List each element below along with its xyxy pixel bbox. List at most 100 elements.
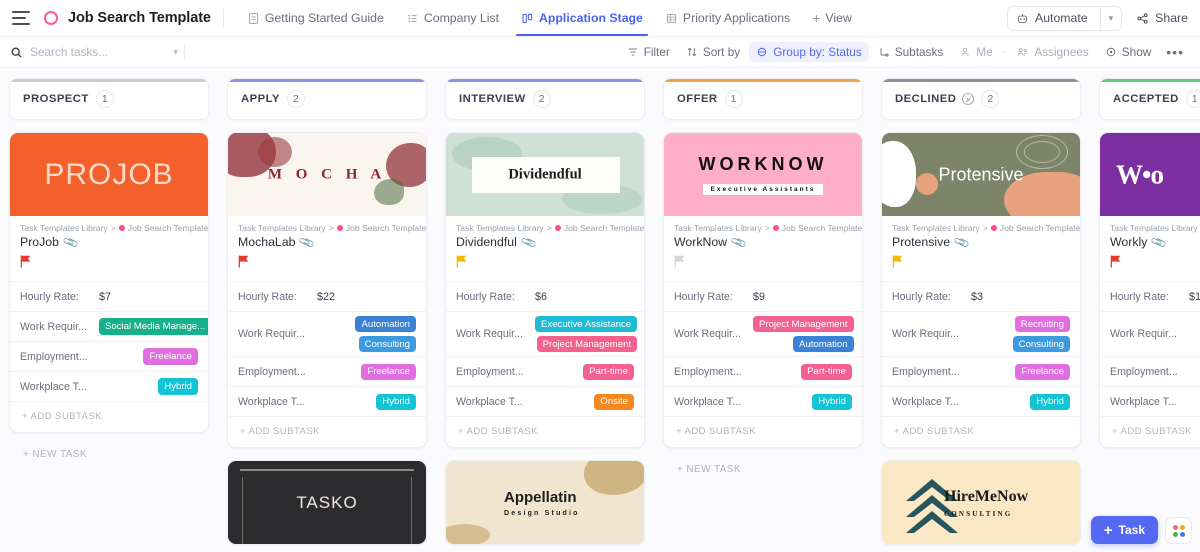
search-input[interactable]: Search tasks... ▾ (10, 45, 178, 59)
column-header[interactable]: ACCEPTED 1 (1099, 78, 1200, 120)
assignees-button[interactable]: Assignees (1009, 42, 1095, 62)
field-workplace-type[interactable]: Workplace T... Hybrid (882, 386, 1080, 416)
add-subtask-button[interactable]: + ADD SUBTASK (664, 416, 862, 447)
field-hourly-rate[interactable]: Hourly Rate: $7 (10, 281, 208, 311)
task-title-row[interactable]: WorkNow 📎 (664, 233, 862, 251)
field-workplace-type[interactable]: Workplace T... Hybrid (664, 386, 862, 416)
tag-chip[interactable]: Part-time (583, 363, 634, 380)
new-task-fab[interactable]: + Task (1090, 516, 1158, 544)
task-card[interactable]: TASKO (227, 460, 427, 546)
field-work-requirement[interactable]: Work Requir... Social Media Manage... (10, 311, 208, 341)
tag-chip[interactable]: Onsite (594, 393, 634, 410)
column-header[interactable]: OFFER 1 (663, 78, 863, 120)
show-button[interactable]: Show (1098, 42, 1159, 62)
kanban-board[interactable]: PROSPECT 1 PROJOB Task Templates Library > Jo… (0, 68, 1200, 552)
tag-chip[interactable]: Automation (793, 336, 854, 353)
field-workplace-type[interactable]: Workplace T... Hybrid (10, 371, 208, 401)
field-work-requirement[interactable]: Work Requir... FC (1100, 311, 1200, 356)
automate-button[interactable]: Automate ▾ (1007, 5, 1123, 31)
share-button[interactable]: Share (1136, 11, 1188, 25)
field-employment[interactable]: Employment... Full-t (1100, 356, 1200, 386)
tab-getting-started-guide[interactable]: Getting Started Guide (236, 0, 395, 36)
field-employment[interactable]: Employment... Freelance (10, 341, 208, 371)
field-hourly-rate[interactable]: Hourly Rate: $9 (664, 281, 862, 311)
task-card[interactable]: M O C H A Task Templates Library > Job Sear… (227, 132, 427, 449)
tag-chip[interactable]: Project Management (536, 336, 638, 353)
add-subtask-button[interactable]: + ADD SUBTASK (882, 416, 1080, 447)
task-title-row[interactable]: Workly 📎 (1100, 233, 1200, 251)
tag-chip[interactable]: Recruiting (1014, 316, 1070, 333)
priority-flag-row[interactable] (10, 249, 208, 281)
tag-chip[interactable]: Freelance (361, 363, 416, 380)
tag-chip[interactable]: Automation (355, 316, 416, 333)
priority-flag-row[interactable] (228, 249, 426, 281)
field-employment[interactable]: Employment... Freelance (228, 356, 426, 386)
group-by-button[interactable]: Group by: Status (749, 42, 869, 62)
field-hourly-rate[interactable]: Hourly Rate: $22 (228, 281, 426, 311)
field-work-requirement[interactable]: Work Requir... Project Management Automati… (664, 311, 862, 356)
column-header[interactable]: PROSPECT 1 (9, 78, 209, 120)
chevron-down-icon[interactable]: ▾ (1109, 13, 1114, 24)
tag-chip[interactable]: Part-time (801, 363, 852, 380)
add-subtask-button[interactable]: + ADD SUBTASK (228, 416, 426, 447)
task-card[interactable]: WORKNOW Executive Assistants Task Template… (663, 132, 863, 449)
task-title-row[interactable]: Protensive 📎 (882, 233, 1080, 251)
add-subtask-button[interactable]: + ADD SUBTASK (1100, 416, 1200, 447)
column-header[interactable]: APPLY 2 (227, 78, 427, 120)
tag-chip[interactable]: Freelance (143, 348, 198, 365)
new-task-button[interactable]: + NEW TASK (663, 460, 863, 475)
sort-by-button[interactable]: Sort by (679, 42, 747, 62)
tag-chip[interactable]: Hybrid (376, 393, 416, 410)
field-workplace-type[interactable]: Workplace T... Hybrid (228, 386, 426, 416)
tag-chip[interactable]: Consulting (358, 336, 416, 353)
field-hourly-rate[interactable]: Hourly Rate: $11 (1100, 281, 1200, 311)
task-card[interactable]: Appellatin Design Studio (445, 460, 645, 546)
task-title-row[interactable]: ProJob 📎 (10, 233, 208, 251)
field-work-requirement[interactable]: Work Requir... Executive Assistance Projec… (446, 311, 644, 356)
task-card[interactable]: HireMeNow CONSULTING (881, 460, 1081, 546)
tab-application-stage[interactable]: Application Stage (510, 0, 654, 36)
tag-chip[interactable]: Hybrid (812, 393, 852, 410)
field-employment[interactable]: Employment... Freelance (882, 356, 1080, 386)
tag-chip[interactable]: Project Management (753, 316, 854, 333)
field-work-requirement[interactable]: Work Requir... Recruiting Consulting (882, 311, 1080, 356)
task-card[interactable]: W•oTask Templates Library>Job Search Tem… (1099, 132, 1200, 449)
field-workplace-type[interactable]: Workplace T... Onsite (446, 386, 644, 416)
task-card[interactable]: Dividendful Task Templates Library > Job Se… (445, 132, 645, 449)
subtasks-button[interactable]: Subtasks (871, 42, 951, 62)
tab-company-list[interactable]: Company List (395, 0, 510, 36)
tab-priority-applications[interactable]: Priority Applications (654, 0, 801, 36)
field-workplace-type[interactable]: Workplace T... Remo (1100, 386, 1200, 416)
priority-flag-row[interactable] (446, 249, 644, 281)
field-employment[interactable]: Employment... Part-time (664, 356, 862, 386)
tag-chip[interactable]: Consulting (1012, 336, 1070, 353)
tag-chip[interactable]: Hybrid (1030, 393, 1070, 410)
priority-flag-row[interactable] (882, 249, 1080, 281)
add-subtask-button[interactable]: + ADD SUBTASK (446, 416, 644, 447)
priority-flag-row[interactable] (1100, 249, 1200, 281)
field-employment[interactable]: Employment... Part-time (446, 356, 644, 386)
task-card[interactable]: PROJOB Task Templates Library > Job Search … (9, 132, 209, 433)
tag-chip[interactable]: Social Media Manage... (99, 318, 208, 335)
task-title-row[interactable]: Dividendful 📎 (446, 233, 644, 251)
more-options-button[interactable]: ••• (1160, 44, 1190, 60)
hamburger-icon[interactable] (12, 11, 30, 25)
field-work-requirement[interactable]: Work Requir... Automation Consulting (228, 311, 426, 356)
filter-button[interactable]: Filter (620, 42, 677, 62)
field-hourly-rate[interactable]: Hourly Rate: $3 (882, 281, 1080, 311)
field-hourly-rate[interactable]: Hourly Rate: $6 (446, 281, 644, 311)
me-button[interactable]: Me (952, 42, 999, 62)
column-header[interactable]: INTERVIEW 2 (445, 78, 645, 120)
apps-grid-button[interactable] (1165, 517, 1192, 544)
task-title-row[interactable]: MochaLab 📎 (228, 233, 426, 251)
priority-flag-row[interactable] (664, 249, 862, 281)
tag-chip[interactable]: Executive Assistance (535, 316, 638, 333)
chevron-down-icon[interactable]: ▾ (173, 47, 178, 58)
add-view-button[interactable]: + View (801, 11, 863, 25)
add-subtask-button[interactable]: + ADD SUBTASK (10, 401, 208, 432)
task-card[interactable]: Protensive Task Templates Library > Job Sea… (881, 132, 1081, 449)
column-header[interactable]: DECLINED 2 (881, 78, 1081, 120)
new-task-button[interactable]: + NEW TASK (9, 445, 209, 460)
tag-chip[interactable]: Hybrid (158, 378, 198, 395)
tag-chip[interactable]: Freelance (1015, 363, 1070, 380)
